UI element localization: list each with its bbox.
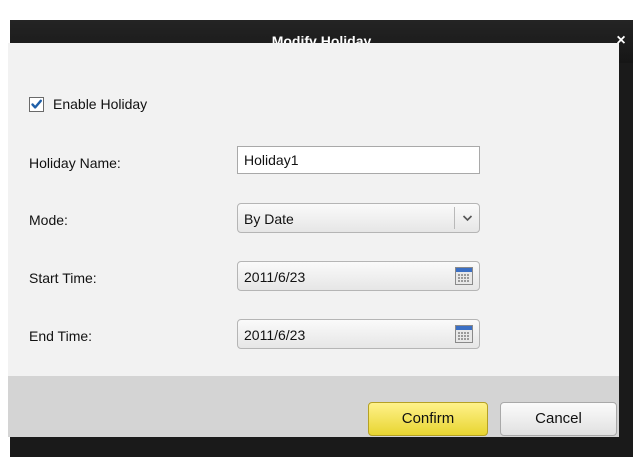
end-time-field[interactable]: 2011/6/23 [237,319,480,349]
start-time-label: Start Time: [29,270,97,286]
enable-holiday-checkbox[interactable] [29,96,44,112]
start-time-field[interactable]: 2011/6/23 [237,261,480,291]
holiday-name-label: Holiday Name: [29,155,121,171]
select-divider [454,207,455,229]
mode-select[interactable]: By Date [237,203,480,233]
calendar-icon[interactable] [455,325,473,343]
cancel-button[interactable]: Cancel [500,402,617,436]
mode-selected-value: By Date [244,211,294,227]
end-time-label: End Time: [29,328,93,344]
confirm-button[interactable]: Confirm [368,402,488,436]
enable-holiday-label: Enable Holiday [53,96,148,112]
holiday-name-input[interactable] [237,146,480,174]
enable-holiday-row[interactable]: Enable Holiday [29,94,147,114]
chevron-down-icon[interactable] [462,214,473,222]
start-time-value: 2011/6/23 [244,269,306,285]
checkmark-icon [31,99,42,109]
end-time-value: 2011/6/23 [244,327,306,343]
calendar-icon[interactable] [455,267,473,285]
mode-label: Mode: [29,212,68,228]
